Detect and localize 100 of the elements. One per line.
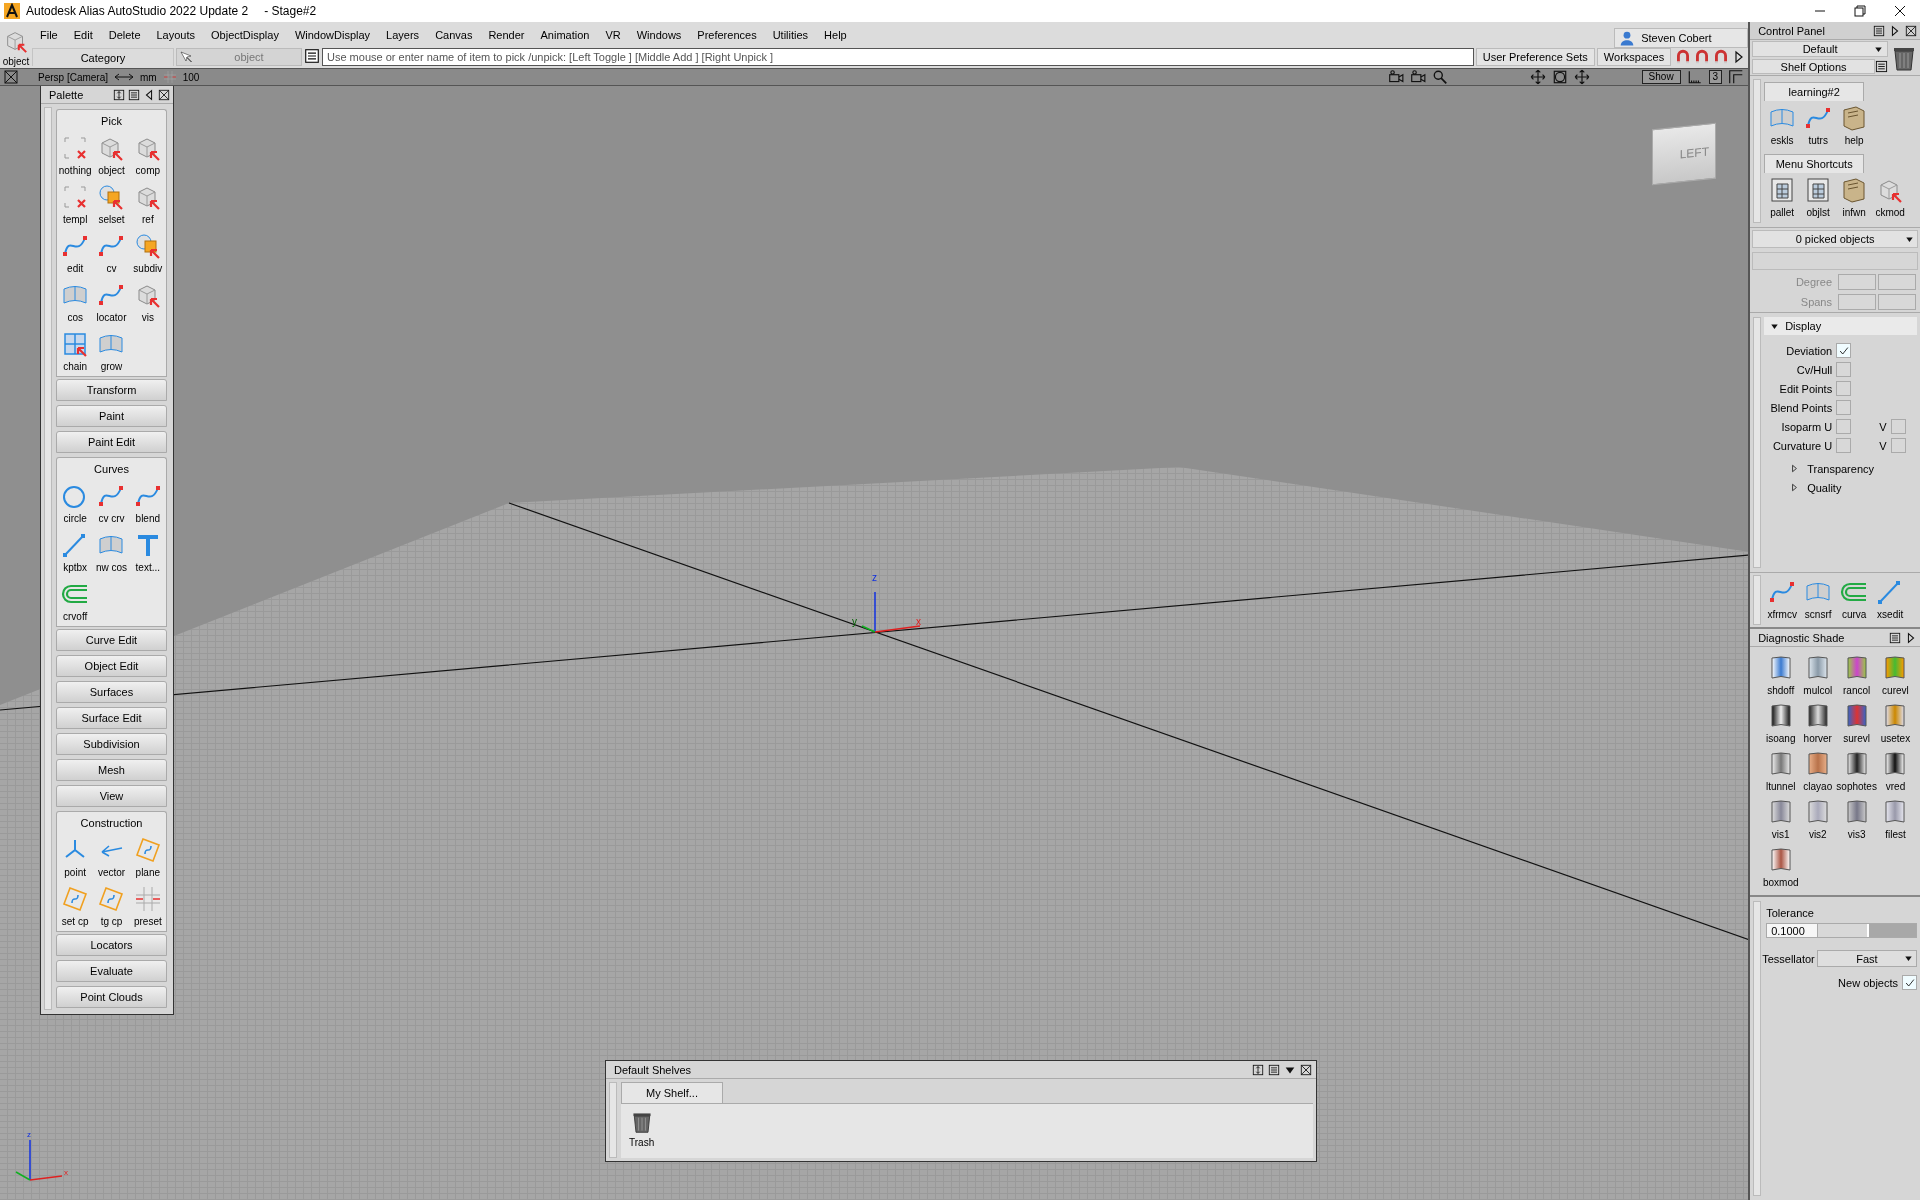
tool-button[interactable]: objlst <box>1800 173 1837 223</box>
palette-section-tab[interactable]: Mesh <box>56 759 167 781</box>
tool-button[interactable]: ckmod <box>1872 173 1909 223</box>
toolbar-button[interactable]: User Preference Sets <box>1475 48 1595 66</box>
palette-section-tab[interactable]: Paint Edit <box>56 431 167 453</box>
checkbox[interactable] <box>1836 362 1852 377</box>
palette-section-tab[interactable]: Curves <box>56 457 167 479</box>
corner-icon[interactable] <box>1728 69 1745 85</box>
shelf-tab[interactable]: Menu Shortcuts <box>1764 154 1865 173</box>
menu-item[interactable]: VR <box>597 24 629 46</box>
tool-button[interactable]: help <box>1836 101 1873 151</box>
palette-section-tab[interactable]: Surface Edit <box>56 707 167 729</box>
menu-item[interactable]: Layouts <box>148 24 204 46</box>
menu-item[interactable]: WindowDisplay <box>286 24 379 46</box>
tool-button[interactable]: object <box>93 131 130 180</box>
magnifier-icon[interactable] <box>1431 69 1448 85</box>
tool-button[interactable]: rancol <box>1836 651 1877 699</box>
tool-button[interactable]: kptbx <box>57 528 94 577</box>
tool-button[interactable]: vector <box>93 833 130 882</box>
palette-section-tab[interactable]: Evaluate <box>56 960 167 982</box>
tool-button[interactable]: xsedit <box>1872 575 1909 625</box>
frame-icon[interactable] <box>1551 69 1568 85</box>
tool-button[interactable]: pallet <box>1764 173 1801 223</box>
tool-button[interactable]: horver <box>1799 699 1837 747</box>
tool-button[interactable]: selset <box>93 180 130 229</box>
drag-handle[interactable] <box>1753 901 1762 1196</box>
tool-button[interactable]: clayao <box>1799 747 1837 795</box>
checkbox[interactable] <box>1836 438 1852 453</box>
checkbox[interactable] <box>1836 400 1852 415</box>
shelf-options-button[interactable]: Shelf Options <box>1752 59 1875 74</box>
menu-item[interactable]: Animation <box>532 24 598 46</box>
tool-button[interactable]: shdoff <box>1762 651 1800 699</box>
camera-icon[interactable] <box>1387 69 1404 85</box>
show-button[interactable]: Show <box>1641 70 1681 84</box>
drag-handle[interactable] <box>1753 317 1762 568</box>
palette-section-tab[interactable]: Paint <box>56 405 167 427</box>
tool-button[interactable]: boxmod <box>1762 843 1800 891</box>
tool-button[interactable]: blend <box>129 479 166 528</box>
menu-item[interactable]: File <box>32 24 66 46</box>
menu-item[interactable]: Preferences <box>689 24 765 46</box>
checkbox[interactable] <box>1836 419 1852 434</box>
tool-button[interactable]: vis3 <box>1836 795 1877 843</box>
tool-button[interactable]: text... <box>129 528 166 577</box>
tool-button[interactable]: xfrmcv <box>1764 575 1801 625</box>
tool-button[interactable]: plane <box>129 833 166 882</box>
resize-icon[interactable] <box>113 88 125 101</box>
menu-icon[interactable] <box>1889 631 1901 644</box>
palette-section-tab[interactable]: Point Clouds <box>56 986 167 1008</box>
drag-handle[interactable] <box>609 1082 617 1158</box>
palette-section-tab[interactable]: Transform <box>56 379 167 401</box>
resize-icon[interactable] <box>1252 1063 1264 1076</box>
move-icon[interactable] <box>1529 69 1546 85</box>
menu-item[interactable]: Canvas <box>427 24 481 46</box>
triangle-right-icon[interactable] <box>1889 24 1901 37</box>
toolbar-button[interactable]: Workspaces <box>1596 48 1672 66</box>
section-header[interactable]: Transparency <box>1764 459 1917 478</box>
pick-mode-button[interactable]: object <box>0 22 32 68</box>
tool-button[interactable]: edit <box>57 229 94 278</box>
list-icon[interactable] <box>304 48 320 64</box>
category-button[interactable]: Category <box>32 48 174 66</box>
tool-button[interactable]: vred <box>1876 747 1914 795</box>
tool-button[interactable]: cv crv <box>93 479 130 528</box>
menu-icon[interactable] <box>128 88 140 101</box>
tool-button[interactable]: infwn <box>1836 173 1873 223</box>
palette-section-tab[interactable]: Surfaces <box>56 681 167 703</box>
palette-section-tab[interactable]: Subdivision <box>56 733 167 755</box>
tool-button[interactable]: point <box>57 833 94 882</box>
tool-button[interactable]: vis <box>129 278 166 327</box>
menu-icon[interactable] <box>1875 60 1888 73</box>
menu-item[interactable]: Delete <box>100 24 149 46</box>
drag-handle[interactable] <box>44 107 52 1010</box>
shelf-tab[interactable]: learning#2 <box>1764 82 1865 101</box>
triangle-right-icon[interactable] <box>1905 631 1917 644</box>
user-badge[interactable]: Steven Cobert <box>1614 28 1749 48</box>
menu-icon[interactable] <box>1873 24 1885 37</box>
menu-item[interactable]: ObjectDisplay <box>203 24 287 46</box>
palette-section-tab[interactable]: Pick <box>56 109 167 131</box>
menu-item[interactable]: Windows <box>628 24 690 46</box>
palette-section-tab[interactable]: Locators <box>56 934 167 956</box>
tessellator-dropdown[interactable]: Fast <box>1816 950 1917 967</box>
menu-item[interactable]: Render <box>480 24 533 46</box>
checkbox[interactable] <box>1836 343 1852 358</box>
camera-icon[interactable] <box>1409 69 1426 85</box>
palette-section-tab[interactable]: View <box>56 785 167 807</box>
palette-section-tab[interactable]: Object Edit <box>56 655 167 677</box>
picked-objects-dropdown[interactable]: 0 picked objects <box>1752 230 1918 248</box>
tool-button[interactable]: tutrs <box>1800 101 1837 151</box>
palette-section-tab[interactable]: Curve Edit <box>56 629 167 651</box>
move-icon[interactable] <box>1573 69 1590 85</box>
checkbox[interactable] <box>1890 419 1906 434</box>
close-icon[interactable] <box>1905 24 1917 37</box>
tool-button[interactable]: crvoff <box>57 577 94 626</box>
tool-button[interactable]: vis2 <box>1799 795 1837 843</box>
drag-handle[interactable] <box>1753 575 1762 625</box>
section-header[interactable]: Display <box>1764 317 1917 335</box>
tool-button[interactable]: templ <box>57 180 94 229</box>
tool-button[interactable]: vis1 <box>1762 795 1800 843</box>
close-icon[interactable] <box>1300 1063 1312 1076</box>
triangle-left-icon[interactable] <box>143 88 155 101</box>
tool-button[interactable]: chain <box>57 327 94 376</box>
